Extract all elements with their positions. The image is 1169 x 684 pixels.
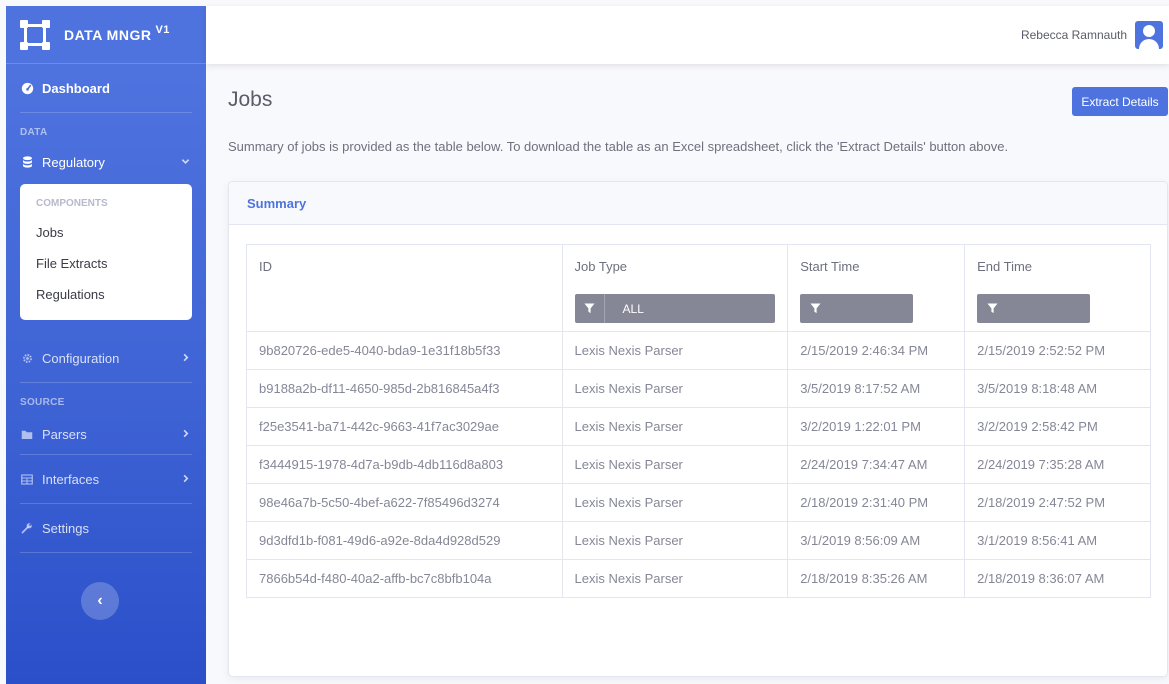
cell-job-type: Lexis Nexis Parser xyxy=(561,559,789,598)
sidebar-item-label: Interfaces xyxy=(42,471,100,487)
column-header-start-time[interactable]: Start Time xyxy=(787,244,966,332)
chevron-down-icon xyxy=(181,155,190,169)
jobs-table: ID Job Type ALL Start Time End Time 9b82… xyxy=(246,244,1151,598)
start-time-filter[interactable] xyxy=(800,294,914,323)
brand-name: DATA MNGR V1 xyxy=(64,23,170,43)
table-row[interactable]: f25e3541-ba71-442c-9663-41f7ac3029ae Lex… xyxy=(246,407,1151,446)
table-header-row: ID Job Type ALL Start Time End Time xyxy=(246,244,1151,332)
cell-end-time: 3/1/2019 8:56:41 AM xyxy=(964,521,1151,560)
table-row[interactable]: 9b820726-ede5-4040-bda9-1e31f18b5f33 Lex… xyxy=(246,331,1151,370)
cell-start-time: 3/2/2019 1:22:01 PM xyxy=(787,407,966,446)
sidebar-item-label: Dashboard xyxy=(42,80,110,96)
sidebar-toggle-button[interactable]: ‹ xyxy=(81,582,119,620)
regulatory-submenu: COMPONENTS Jobs File Extracts Regulation… xyxy=(20,184,192,320)
column-header-id[interactable]: ID xyxy=(246,244,563,332)
user-icon[interactable] xyxy=(1135,21,1163,49)
cell-start-time: 2/15/2019 2:46:34 PM xyxy=(787,331,966,370)
table-row[interactable]: b9188a2b-df11-4650-985d-2b816845a4f3 Lex… xyxy=(246,369,1151,408)
folder-icon xyxy=(20,427,34,441)
table-row[interactable]: 9d3dfd1b-f081-49d6-a92e-8da4d928d529 Lex… xyxy=(246,521,1151,560)
filter-icon xyxy=(800,294,830,323)
chevron-right-icon xyxy=(181,427,190,441)
cell-job-type: Lexis Nexis Parser xyxy=(561,483,789,522)
column-label: End Time xyxy=(977,259,1033,274)
cell-id: 7866b54d-f480-40a2-affb-bc7c8bfb104a xyxy=(246,559,563,598)
column-header-end-time[interactable]: End Time xyxy=(964,244,1151,332)
cell-id: 98e46a7b-5c50-4bef-a622-7f85496d3274 xyxy=(246,483,563,522)
chevron-right-icon xyxy=(181,472,190,486)
cell-id: 9b820726-ede5-4040-bda9-1e31f18b5f33 xyxy=(246,331,563,370)
sidebar-item-settings[interactable]: Settings xyxy=(6,504,206,552)
column-label: ID xyxy=(259,259,272,274)
cell-job-type: Lexis Nexis Parser xyxy=(561,445,789,484)
cell-end-time: 3/2/2019 2:58:42 PM xyxy=(964,407,1151,446)
filter-icon xyxy=(575,294,605,323)
cell-id: f3444915-1978-4d7a-b9db-4db116d8a803 xyxy=(246,445,563,484)
cog-icon xyxy=(20,351,34,365)
end-time-filter[interactable] xyxy=(977,294,1091,323)
topbar: Rebecca Ramnauth xyxy=(206,6,1169,64)
cell-start-time: 2/18/2019 2:31:40 PM xyxy=(787,483,966,522)
cell-job-type: Lexis Nexis Parser xyxy=(561,331,789,370)
filter-value: ALL xyxy=(622,301,644,316)
vector-square-icon xyxy=(20,19,50,50)
sidebar-item-dashboard[interactable]: Dashboard xyxy=(6,64,206,112)
cell-start-time: 3/5/2019 8:17:52 AM xyxy=(787,369,966,408)
cell-start-time: 2/24/2019 7:34:47 AM xyxy=(787,445,966,484)
column-header-job-type[interactable]: Job Type ALL xyxy=(561,244,789,332)
column-label: Start Time xyxy=(800,259,860,274)
sidebar-item-label: Regulatory xyxy=(42,154,105,170)
wrench-icon xyxy=(20,521,34,535)
filter-icon xyxy=(977,294,1007,323)
brand-title: DATA MNGR xyxy=(64,26,152,43)
database-icon xyxy=(20,155,34,169)
cell-id: 9d3dfd1b-f081-49d6-a92e-8da4d928d529 xyxy=(246,521,563,560)
sidebar-item-label: Configuration xyxy=(42,350,120,366)
submenu-header: COMPONENTS xyxy=(36,198,108,209)
card-title: Summary xyxy=(247,195,307,211)
sidebar-item-configuration[interactable]: Configuration xyxy=(6,334,206,382)
column-label: Job Type xyxy=(574,259,628,274)
table-row[interactable]: 98e46a7b-5c50-4bef-a622-7f85496d3274 Lex… xyxy=(246,483,1151,522)
sidebar-section-source: SOURCE xyxy=(20,397,65,408)
table-icon xyxy=(20,472,34,486)
cell-job-type: Lexis Nexis Parser xyxy=(561,521,789,560)
extract-details-button[interactable]: Extract Details xyxy=(1072,87,1168,116)
table-row[interactable]: f3444915-1978-4d7a-b9db-4db116d8a803 Lex… xyxy=(246,445,1151,484)
brand-version: V1 xyxy=(155,23,170,36)
cell-start-time: 2/18/2019 8:35:26 AM xyxy=(787,559,966,598)
page-title: Jobs xyxy=(228,88,273,111)
cell-end-time: 2/24/2019 7:35:28 AM xyxy=(964,445,1151,484)
sidebar-item-parsers[interactable]: Parsers xyxy=(6,414,206,454)
page-description: Summary of jobs is provided as the table… xyxy=(228,139,1009,154)
cell-start-time: 3/1/2019 8:56:09 AM xyxy=(787,521,966,560)
chevron-right-icon xyxy=(181,351,190,365)
cell-end-time: 3/5/2019 8:18:48 AM xyxy=(964,369,1151,408)
brand[interactable]: DATA MNGR V1 xyxy=(6,6,206,64)
sidebar-item-label: Settings xyxy=(42,520,89,536)
cell-id: f25e3541-ba71-442c-9663-41f7ac3029ae xyxy=(246,407,563,446)
submenu-item-regulations[interactable]: Regulations xyxy=(20,279,192,310)
chevron-left-icon: ‹ xyxy=(97,592,103,609)
table-row[interactable]: 7866b54d-f480-40a2-affb-bc7c8bfb104a Lex… xyxy=(246,559,1151,598)
submenu-item-jobs[interactable]: Jobs xyxy=(20,217,192,248)
cell-job-type: Lexis Nexis Parser xyxy=(561,369,789,408)
cell-end-time: 2/15/2019 2:52:52 PM xyxy=(964,331,1151,370)
sidebar-item-interfaces[interactable]: Interfaces xyxy=(6,455,206,503)
job-type-filter[interactable]: ALL xyxy=(574,294,776,323)
sidebar-item-regulatory[interactable]: Regulatory xyxy=(6,144,206,180)
sidebar-divider xyxy=(20,552,192,553)
tachometer-icon xyxy=(20,81,34,95)
submenu-item-file-extracts[interactable]: File Extracts xyxy=(20,248,192,279)
user-name[interactable]: Rebecca Ramnauth xyxy=(1021,28,1127,42)
cell-end-time: 2/18/2019 2:47:52 PM xyxy=(964,483,1151,522)
summary-card: Summary ID Job Type ALL Start Time End T… xyxy=(228,181,1168,677)
sidebar-section-data: DATA xyxy=(20,127,48,138)
cell-end-time: 2/18/2019 8:36:07 AM xyxy=(964,559,1151,598)
card-header: Summary xyxy=(229,182,1167,225)
cell-id: b9188a2b-df11-4650-985d-2b816845a4f3 xyxy=(246,369,563,408)
sidebar-item-label: Parsers xyxy=(42,426,87,442)
cell-job-type: Lexis Nexis Parser xyxy=(561,407,789,446)
